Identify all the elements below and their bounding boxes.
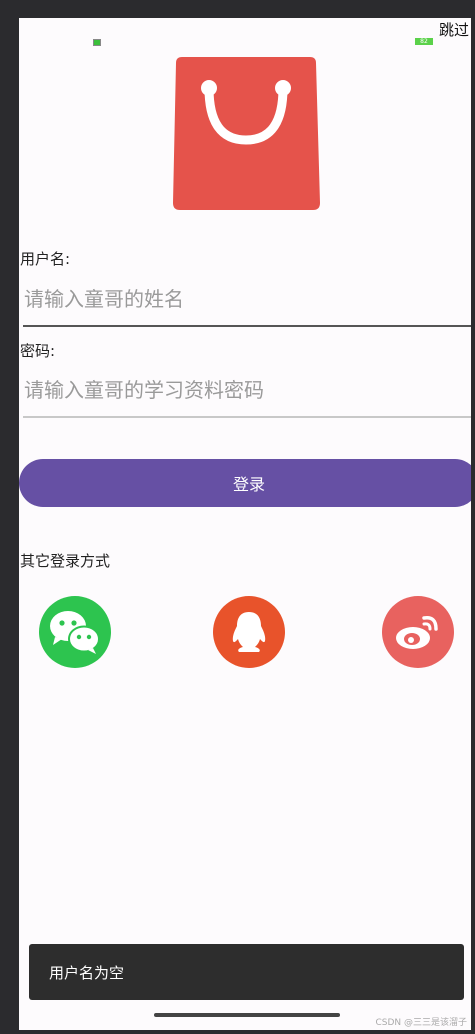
- password-label: 密码:: [20, 342, 56, 360]
- weibo-login-button[interactable]: [382, 596, 454, 668]
- notification-icon: [93, 39, 101, 46]
- skip-button[interactable]: 跳过: [439, 19, 471, 40]
- shopping-bag-logo-icon: [173, 57, 320, 210]
- battery-icon: 82: [415, 38, 433, 45]
- username-label: 用户名:: [20, 250, 71, 268]
- wechat-login-button[interactable]: [39, 596, 111, 668]
- wechat-icon: [50, 611, 100, 654]
- login-screen: 82 跳过 用户名: 密码: 登录 其它登录方式: [19, 18, 471, 1030]
- username-underline: [23, 325, 471, 327]
- password-input[interactable]: [23, 368, 471, 412]
- login-button[interactable]: 登录: [19, 459, 471, 507]
- battery-level: 82: [420, 38, 428, 45]
- gesture-nav-bar[interactable]: [154, 1013, 340, 1017]
- toast-message: 用户名为空: [29, 944, 464, 1000]
- qq-penguin-icon: [232, 612, 266, 652]
- qq-login-button[interactable]: [213, 596, 285, 668]
- weibo-icon: [396, 615, 438, 649]
- other-login-label: 其它登录方式: [20, 552, 111, 570]
- password-underline: [23, 416, 471, 418]
- username-input[interactable]: [23, 277, 471, 321]
- watermark: CSDN @三三是该溜子: [375, 1018, 467, 1028]
